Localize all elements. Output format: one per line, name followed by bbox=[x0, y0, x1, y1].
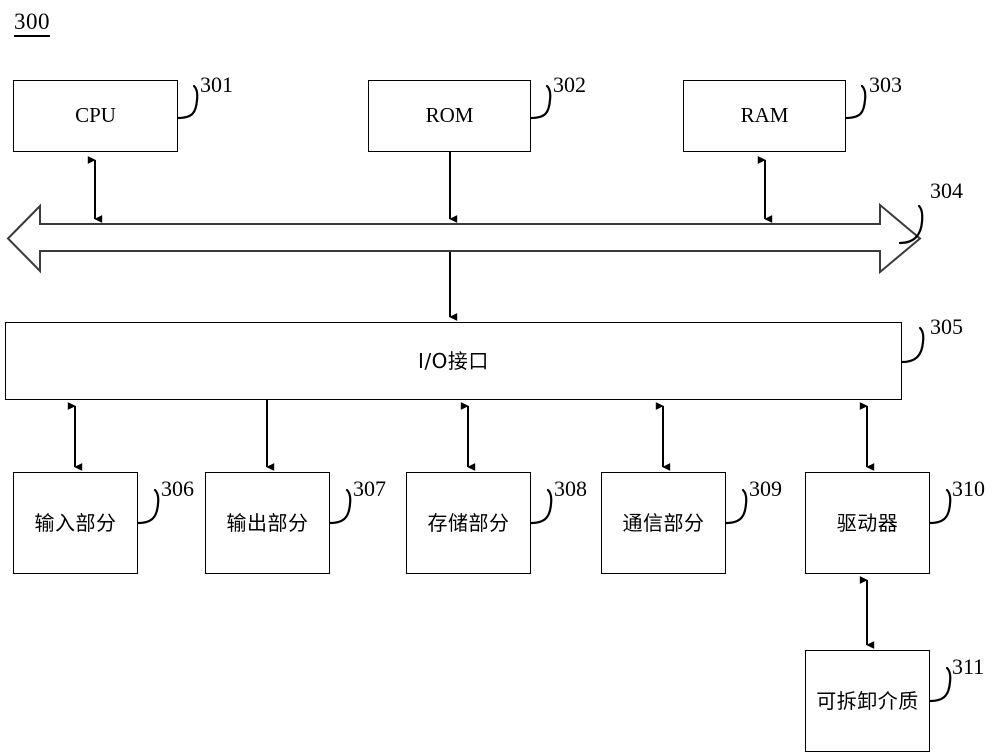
leader-line-io-interface bbox=[900, 326, 925, 364]
ref-numeral-storage-section: 308 bbox=[554, 476, 587, 501]
block-driver-label: 驱动器 bbox=[836, 511, 899, 535]
ref-numeral-ram: 303 bbox=[869, 72, 902, 97]
leader-line-output-section bbox=[328, 488, 352, 525]
ref-numeral-removable-media: 311 bbox=[952, 654, 985, 679]
block-removable-media[interactable]: 可拆卸介质 bbox=[805, 650, 930, 752]
block-removable-media-label: 可拆卸介质 bbox=[816, 689, 919, 713]
block-io-interface[interactable]: I/O接口 bbox=[5, 322, 902, 400]
leader-line-input-section bbox=[136, 488, 160, 525]
leader-line-storage-section bbox=[529, 488, 553, 525]
block-io-interface-label: I/O接口 bbox=[418, 349, 489, 373]
leader-line-cpu bbox=[176, 84, 199, 120]
ref-numeral-cpu: 301 bbox=[200, 72, 233, 97]
leader-line-ram bbox=[844, 84, 867, 120]
leader-line-driver bbox=[928, 488, 952, 525]
leader-line-bus bbox=[898, 204, 924, 245]
ref-numeral-io-interface: 305 bbox=[930, 314, 963, 339]
block-rom-label: ROM bbox=[425, 103, 474, 128]
leader-line-communication-section bbox=[724, 488, 748, 525]
leader-line-removable-media bbox=[928, 666, 952, 703]
block-cpu-label: CPU bbox=[75, 103, 116, 128]
ref-numeral-communication-section: 309 bbox=[749, 476, 782, 501]
block-cpu[interactable]: CPU bbox=[13, 80, 178, 152]
block-rom[interactable]: ROM bbox=[368, 80, 531, 152]
block-input-section[interactable]: 输入部分 bbox=[13, 472, 138, 574]
block-output-section[interactable]: 输出部分 bbox=[205, 472, 330, 574]
block-ram-label: RAM bbox=[740, 103, 789, 128]
block-input-section-label: 输入部分 bbox=[34, 511, 117, 535]
figure-diagram-300: 300 CPU ROM RAM I/O接口 输入部分 输出部分 存储部分 通信部… bbox=[0, 0, 1000, 756]
system-bus-arrow bbox=[6, 202, 922, 275]
ref-numeral-bus: 304 bbox=[930, 178, 963, 203]
block-output-section-label: 输出部分 bbox=[226, 511, 309, 535]
ref-numeral-rom: 302 bbox=[553, 72, 586, 97]
block-driver[interactable]: 驱动器 bbox=[805, 472, 930, 574]
ref-numeral-driver: 310 bbox=[952, 476, 985, 501]
block-storage-section-label: 存储部分 bbox=[427, 511, 510, 535]
block-ram[interactable]: RAM bbox=[683, 80, 846, 152]
block-storage-section[interactable]: 存储部分 bbox=[406, 472, 531, 574]
ref-numeral-input-section: 306 bbox=[161, 476, 194, 501]
leader-line-rom bbox=[529, 84, 552, 120]
figure-number: 300 bbox=[14, 10, 50, 37]
block-communication-section-label: 通信部分 bbox=[622, 511, 705, 535]
block-communication-section[interactable]: 通信部分 bbox=[601, 472, 726, 574]
ref-numeral-output-section: 307 bbox=[353, 476, 386, 501]
